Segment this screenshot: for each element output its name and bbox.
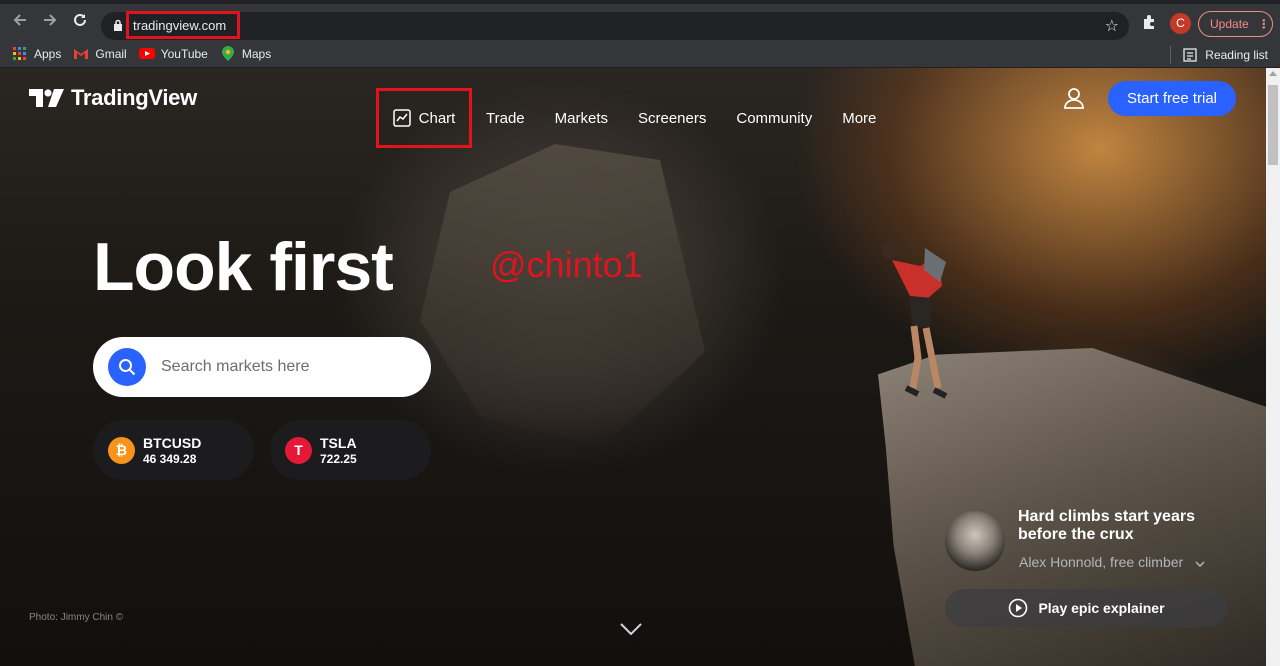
divider (1170, 46, 1172, 64)
play-label: Play epic explainer (1038, 600, 1165, 616)
nav-label: Markets (554, 109, 608, 127)
bookmark-gmail[interactable]: Gmail (73, 46, 127, 62)
tradingview-logo-icon (29, 89, 64, 107)
play-icon (1009, 598, 1028, 618)
story-subtitle[interactable]: Alex Honnold, free climber (1019, 554, 1205, 570)
ticker-price: 722.25 (320, 451, 357, 466)
story-subtitle-text: Alex Honnold, free climber (1019, 554, 1184, 570)
search-input[interactable]: Search markets here (93, 337, 431, 397)
bookmark-label: Maps (241, 46, 272, 61)
reload-button[interactable] (65, 5, 95, 35)
bookmarks-bar: Apps Gmail YouTube Maps Reading list (0, 40, 1280, 68)
user-icon[interactable] (1062, 86, 1086, 110)
play-explainer-button[interactable]: Play epic explainer (945, 589, 1228, 627)
apps-grid-icon (12, 46, 28, 62)
ticker-price: 46 349.28 (143, 451, 197, 466)
story-title: Hard climbs start years before the crux (1018, 508, 1195, 543)
ticker-btcusd[interactable]: ₿ BTCUSD 46 349.28 (93, 420, 254, 480)
bookmark-star-icon[interactable]: ☆ (1105, 16, 1119, 36)
bitcoin-icon: ₿ (108, 436, 135, 464)
lock-icon (114, 19, 122, 31)
chart-line-icon (392, 109, 411, 127)
scrollbar-thumb[interactable] (1268, 85, 1278, 165)
chevron-down-icon[interactable] (620, 623, 642, 635)
bookmark-label: Apps (34, 46, 62, 61)
nav-more[interactable]: More (842, 108, 876, 128)
ticker-symbol: TSLA (320, 434, 357, 451)
tesla-icon: T (285, 436, 312, 464)
reading-list-icon (1183, 48, 1197, 62)
ticker-symbol: BTCUSD (143, 434, 202, 451)
reading-list-label: Reading list (1205, 48, 1268, 62)
extensions-puzzle-icon[interactable] (1141, 14, 1157, 30)
reading-list-button[interactable]: Reading list (1170, 46, 1268, 64)
address-bar[interactable]: tradingview.com ☆ (101, 12, 1129, 40)
chevron-down-icon (1195, 561, 1205, 568)
nav-label: Chart (418, 109, 456, 127)
photo-credit: Photo: Jimmy Chin © (29, 612, 124, 623)
scroll-up-arrow-icon[interactable] (1269, 71, 1277, 76)
climber-portrait (945, 511, 1005, 571)
arrow-right-icon (44, 14, 57, 26)
update-label: Update (1210, 17, 1249, 31)
nav-community[interactable]: Community (736, 108, 812, 128)
nav-trade[interactable]: Trade (486, 108, 525, 128)
background-rock-wall (420, 144, 705, 448)
nav-chart[interactable]: Chart (376, 88, 472, 148)
nav-screeners[interactable]: Screeners (638, 108, 706, 128)
browser-toolbar: tradingview.com ☆ C Update ⋮ (0, 0, 1280, 40)
bookmark-label: Gmail (95, 46, 127, 61)
nav-label: Community (736, 109, 813, 127)
bookmark-maps[interactable]: Maps (220, 46, 271, 62)
ticker-tsla[interactable]: T TSLA 722.25 (270, 420, 431, 480)
youtube-icon (138, 46, 155, 62)
scrollbar[interactable] (1266, 68, 1280, 666)
bookmark-youtube[interactable]: YouTube (138, 46, 208, 62)
gmail-icon (73, 46, 89, 62)
main-navigation: Chart Trade Markets Screeners Community … (376, 88, 906, 148)
search-placeholder: Search markets here (161, 358, 310, 375)
arrow-left-icon (13, 14, 26, 26)
reload-icon (74, 13, 86, 26)
logo-text: TradingView (71, 85, 197, 110)
bookmark-apps[interactable]: Apps (12, 46, 61, 62)
search-icon (119, 359, 136, 376)
url-annotation-box (126, 11, 240, 39)
nav-markets[interactable]: Markets (555, 108, 608, 128)
update-button[interactable]: Update ⋮ (1198, 11, 1273, 37)
hero-section: TradingView Chart Trade Markets Screener… (0, 68, 1266, 666)
nav-label: Screeners (637, 109, 707, 127)
maps-icon (220, 46, 236, 62)
profile-avatar[interactable]: C (1170, 13, 1191, 34)
hero-headline: Look first (93, 229, 394, 305)
search-button[interactable] (108, 348, 146, 386)
climber-figure (882, 242, 948, 399)
tradingview-logo[interactable]: TradingView (29, 85, 197, 111)
back-button[interactable] (5, 5, 35, 35)
bookmark-label: YouTube (160, 46, 208, 61)
forward-button[interactable] (35, 5, 65, 35)
watermark-text: @chinto1 (490, 244, 643, 285)
nav-label: Trade (486, 109, 525, 127)
menu-dots-icon: ⋮ (1257, 17, 1270, 31)
nav-label: More (842, 109, 877, 127)
start-free-trial-button[interactable]: Start free trial (1108, 81, 1236, 116)
